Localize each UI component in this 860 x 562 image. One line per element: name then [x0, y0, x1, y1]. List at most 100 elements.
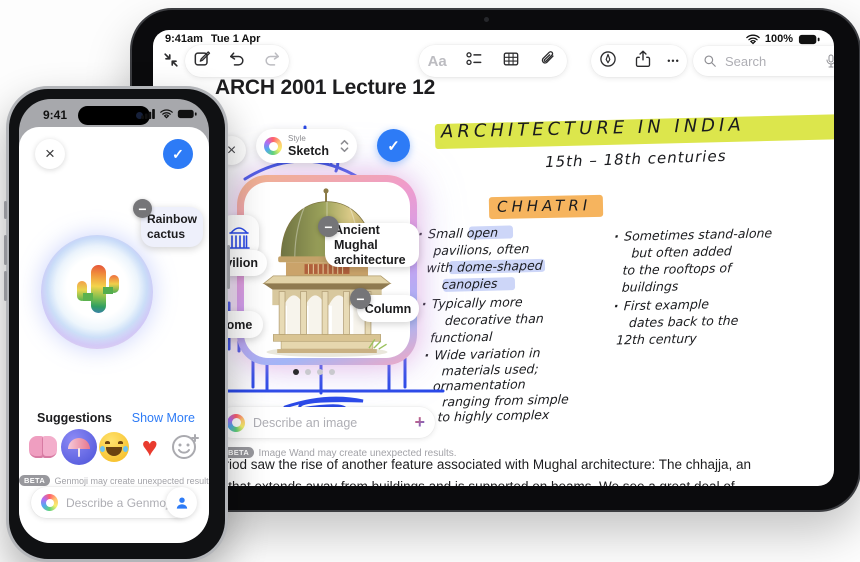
note-paragraph-line: ning that extends away from buildings an…: [199, 479, 735, 486]
image-playground-icon: [41, 494, 58, 511]
checklist-icon: [466, 51, 482, 65]
imagewand-prompt-input[interactable]: [251, 414, 409, 431]
handwritten-bullet: · First example dates back to the 12th ce…: [613, 296, 739, 348]
more-button[interactable]: •••: [667, 56, 679, 66]
wifi-icon: [746, 34, 760, 44]
table-icon: [503, 52, 519, 65]
attach-button[interactable]: [538, 49, 558, 74]
ipad-device: 9:41am Tue 1 Apr 100% Aa ••• Search ARCH…: [130, 8, 860, 512]
joy-emoji[interactable]: [97, 429, 133, 465]
insert-toolbar-group: Aa: [419, 45, 567, 77]
search-input[interactable]: [723, 52, 819, 70]
add-emoji-icon: [172, 434, 200, 459]
ipad-date: Tue 1 Apr: [210, 33, 261, 45]
battery-icon: [177, 109, 197, 119]
generated-image: [244, 182, 410, 358]
share-button[interactable]: [633, 49, 653, 74]
collapse-button[interactable]: [161, 50, 181, 75]
handwritten-section: CHHATRI: [496, 196, 592, 216]
ipad-status-left: 9:41am Tue 1 Apr: [165, 33, 260, 45]
iphone-power-button: [227, 245, 230, 289]
paperclip-icon: [542, 50, 555, 64]
minus-icon: −: [356, 290, 365, 307]
note-title: ARCH 2001 Lecture 12: [215, 76, 436, 99]
minus-icon: −: [324, 218, 333, 235]
genmoji-close-button[interactable]: ×: [35, 139, 65, 169]
rainbow-cactus-emoji: [75, 263, 121, 319]
style-selector[interactable]: Style Sketch: [256, 129, 357, 163]
iphone-time: 9:41: [43, 108, 68, 122]
checklist-button[interactable]: [464, 49, 484, 74]
heart-emoji[interactable]: ♥: [132, 429, 168, 465]
people-button[interactable]: [166, 487, 197, 518]
add-image-button[interactable]: +: [414, 412, 425, 433]
style-label: Style: [288, 133, 306, 143]
note-paragraph-line: s period saw the rise of another feature…: [199, 457, 752, 472]
iphone-volume-up: [4, 235, 7, 265]
battery-icon: [798, 34, 820, 44]
ipad-status-right: 100%: [746, 33, 820, 45]
handwritten-bullet: · Sometimes stand-alone but often added t…: [613, 225, 773, 295]
markup-button[interactable]: [598, 49, 618, 74]
undo-button[interactable]: [227, 49, 247, 74]
genmoji-prompt-input[interactable]: [64, 494, 181, 511]
chevron-updown-icon: [340, 139, 349, 153]
tag-ancient-mughal[interactable]: Ancient Mughal architecture: [325, 223, 419, 267]
search-icon: [704, 55, 716, 67]
umbrella-genmoji[interactable]: [60, 429, 97, 465]
tag-label: Rainbow cactus: [147, 212, 197, 241]
imagewand-prompt-field[interactable]: +: [217, 407, 435, 438]
close-icon: ×: [45, 144, 55, 163]
format-button[interactable]: Aa: [428, 53, 447, 70]
beta-badge: BETA: [19, 475, 51, 486]
table-button[interactable]: [501, 49, 521, 74]
iphone-volume-down: [4, 271, 7, 301]
close-icon: ×: [226, 141, 237, 159]
tag-label: Column: [364, 301, 412, 316]
page-dots[interactable]: [293, 369, 335, 375]
compose-button[interactable]: [192, 49, 212, 74]
suggestions-label: Suggestions: [37, 411, 113, 425]
iphone-status-icons: [141, 109, 197, 119]
signal-icon: [141, 109, 155, 119]
remove-tag-button[interactable]: −: [133, 199, 152, 218]
bullet-dot: ·: [613, 298, 619, 314]
remove-tag-button[interactable]: −: [318, 216, 339, 237]
style-swatch-icon: [264, 137, 282, 155]
image-playground-icon: [227, 413, 245, 432]
beta-text: Genmoji may create unexpected results.: [54, 476, 209, 486]
minus-icon: −: [138, 200, 147, 217]
imagewand-accept-button[interactable]: ✓: [377, 129, 410, 162]
undo-icon: [229, 51, 244, 66]
remove-tag-button[interactable]: −: [350, 288, 371, 309]
suggestion-row: ♥: [25, 429, 203, 465]
iphone-screen: 9:41 × ✓ Rainbow cactus − Suggestions Sh…: [19, 99, 209, 543]
ipad-time: 9:41am: [165, 33, 203, 45]
actions-toolbar-group: •••: [591, 45, 687, 77]
genmoji-preview: [41, 235, 153, 349]
check-icon: ✓: [172, 145, 184, 162]
bullet-dot: ·: [613, 228, 620, 244]
tag-label: Ancient Mughal architecture: [334, 222, 406, 267]
ipad-screen: 9:41am Tue 1 Apr 100% Aa ••• Search ARCH…: [153, 30, 834, 486]
genmoji-accept-button[interactable]: ✓: [163, 139, 193, 169]
collapse-icon: [164, 53, 178, 67]
show-more-link[interactable]: Show More: [132, 411, 195, 425]
redo-icon: [265, 51, 279, 66]
wifi-icon: [160, 109, 173, 119]
style-value: Sketch: [288, 143, 329, 158]
edit-toolbar-group: [185, 45, 289, 77]
share-icon: [635, 50, 650, 67]
redo-button[interactable]: [262, 49, 282, 74]
dynamic-island: [78, 106, 150, 125]
check-icon: ✓: [387, 137, 400, 155]
search-field[interactable]: [693, 46, 834, 76]
mic-icon[interactable]: [825, 53, 834, 69]
chhatri-illustration: [262, 188, 392, 357]
genmoji-sheet: × ✓ Rainbow cactus − Suggestions Show Mo…: [19, 127, 209, 543]
compose-icon: [194, 50, 211, 66]
brain-emoji[interactable]: [25, 429, 61, 465]
ipad-camera: [484, 17, 489, 22]
new-genmoji-button[interactable]: [168, 429, 204, 465]
ipad-battery-pct: 100%: [764, 33, 793, 45]
